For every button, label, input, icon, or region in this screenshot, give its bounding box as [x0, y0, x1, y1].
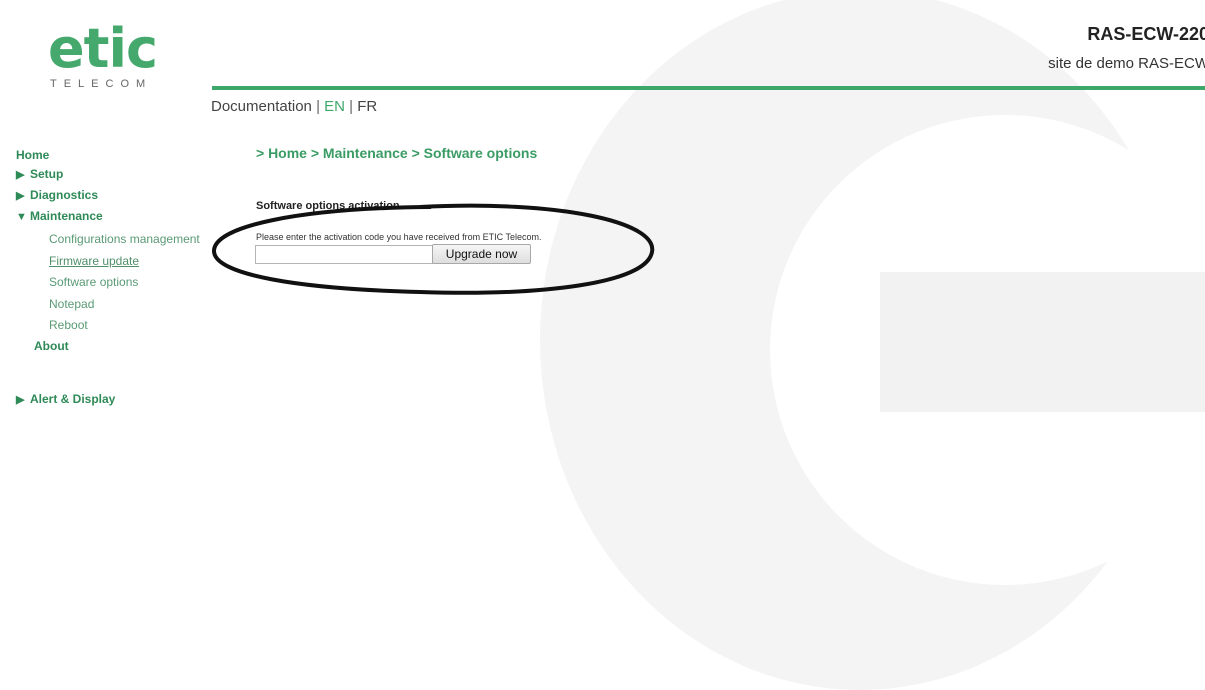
highlight-ellipse-annotation [211, 203, 655, 295]
